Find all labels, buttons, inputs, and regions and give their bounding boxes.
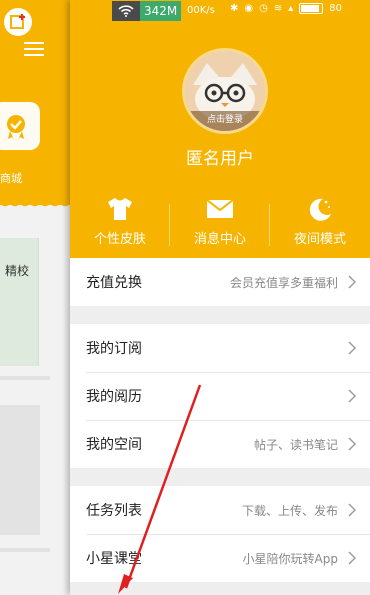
data-usage: 342M (140, 1, 182, 21)
drawer-header: 342M 00K/s ✱ ◉ ◷ ≋ ▴ 80 点击登录 匿名用户 个性皮肤 消… (70, 0, 370, 258)
battery-icon (299, 3, 324, 14)
book-card[interactable] (0, 238, 39, 366)
message-label: 消息中心 (193, 232, 246, 247)
alarm-icon: ◷ (259, 3, 268, 14)
menu-item-label: 我的空间 (86, 437, 142, 453)
network-indicator: 342M (112, 1, 182, 21)
book-card-label: 精校 (5, 264, 30, 278)
divider (0, 548, 50, 552)
login-tag[interactable]: 点击登录 (185, 111, 265, 131)
divider (0, 376, 50, 380)
menu-list: 充值兑换 会员充值享多重福利 我的订阅 我的阅历 我的空间 帖子、读书笔记 任务… (70, 258, 370, 582)
menu-item-subscriptions[interactable]: 我的订阅 (70, 324, 370, 372)
status-icons: ✱ ◉ ◷ ≋ ▴ 80 (230, 3, 342, 14)
status-bar: 342M 00K/s ✱ ◉ ◷ ≋ ▴ 80 (70, 0, 370, 22)
eye-icon: ◉ (244, 3, 254, 14)
menu-item-tasks[interactable]: 任务列表 下载、上传、发布 (70, 486, 370, 534)
mall-label[interactable]: 商城 (0, 170, 22, 186)
wifi-status-icon: ≋ (273, 3, 283, 14)
avatar[interactable]: 点击登录 (182, 48, 268, 134)
username[interactable]: 匿名用户 (70, 144, 370, 169)
chevron-right-icon (348, 503, 358, 517)
book-card[interactable] (0, 405, 40, 535)
menu-item-hint: 帖子、读书笔记 (253, 437, 338, 452)
chevron-right-icon (348, 551, 358, 565)
moon-icon (307, 196, 333, 222)
menu-item-label: 我的阅历 (86, 389, 142, 405)
section-gap (70, 468, 370, 486)
background-app: 商城 精校 (0, 0, 70, 595)
menu-item-hint: 会员充值享多重福利 (229, 275, 338, 290)
skin-label: 个性皮肤 (93, 232, 146, 247)
signal-icon: ▴ (288, 3, 294, 14)
side-drawer: 342M 00K/s ✱ ◉ ◷ ≋ ▴ 80 点击登录 匿名用户 个性皮肤 消… (70, 0, 370, 595)
menu-item-label: 充值兑换 (86, 275, 142, 291)
message-shortcut[interactable]: 消息中心 (170, 196, 270, 254)
menu-item-space[interactable]: 我的空间 帖子、读书笔记 (70, 420, 370, 468)
menu-item-history[interactable]: 我的阅历 (70, 372, 370, 420)
night-mode-shortcut[interactable]: 夜间模式 (270, 196, 370, 254)
menu-item-hint: 小星陪你玩转App (242, 551, 338, 566)
wifi-icon (112, 1, 140, 21)
menu-item-hint: 下载、上传、发布 (241, 503, 338, 518)
menu-item-label: 任务列表 (86, 503, 142, 519)
badge-mall-icon[interactable] (0, 102, 40, 150)
battery-percent: 80 (329, 3, 343, 14)
tshirt-icon (106, 196, 134, 222)
skin-shortcut[interactable]: 个性皮肤 (70, 196, 170, 254)
menu-item-recharge[interactable]: 充值兑换 会员充值享多重福利 (70, 258, 370, 306)
chevron-right-icon (348, 437, 358, 451)
list-menu-icon[interactable] (24, 42, 44, 56)
chevron-right-icon (348, 389, 358, 403)
net-speed: 00K/s (187, 5, 215, 16)
menu-item-label: 小星课堂 (86, 551, 142, 567)
envelope-icon (206, 196, 234, 222)
chevron-right-icon (348, 341, 358, 355)
menu-item-label: 我的订阅 (86, 341, 142, 357)
chevron-right-icon (348, 275, 358, 289)
section-gap (70, 306, 370, 324)
shortcut-bar: 个性皮肤 消息中心 夜间模式 (70, 196, 370, 254)
add-bookshelf-icon[interactable] (4, 8, 32, 36)
night-mode-label: 夜间模式 (293, 232, 346, 247)
menu-item-classroom[interactable]: 小星课堂 小星陪你玩转App (70, 534, 370, 582)
bluetooth-icon: ✱ (230, 3, 239, 14)
